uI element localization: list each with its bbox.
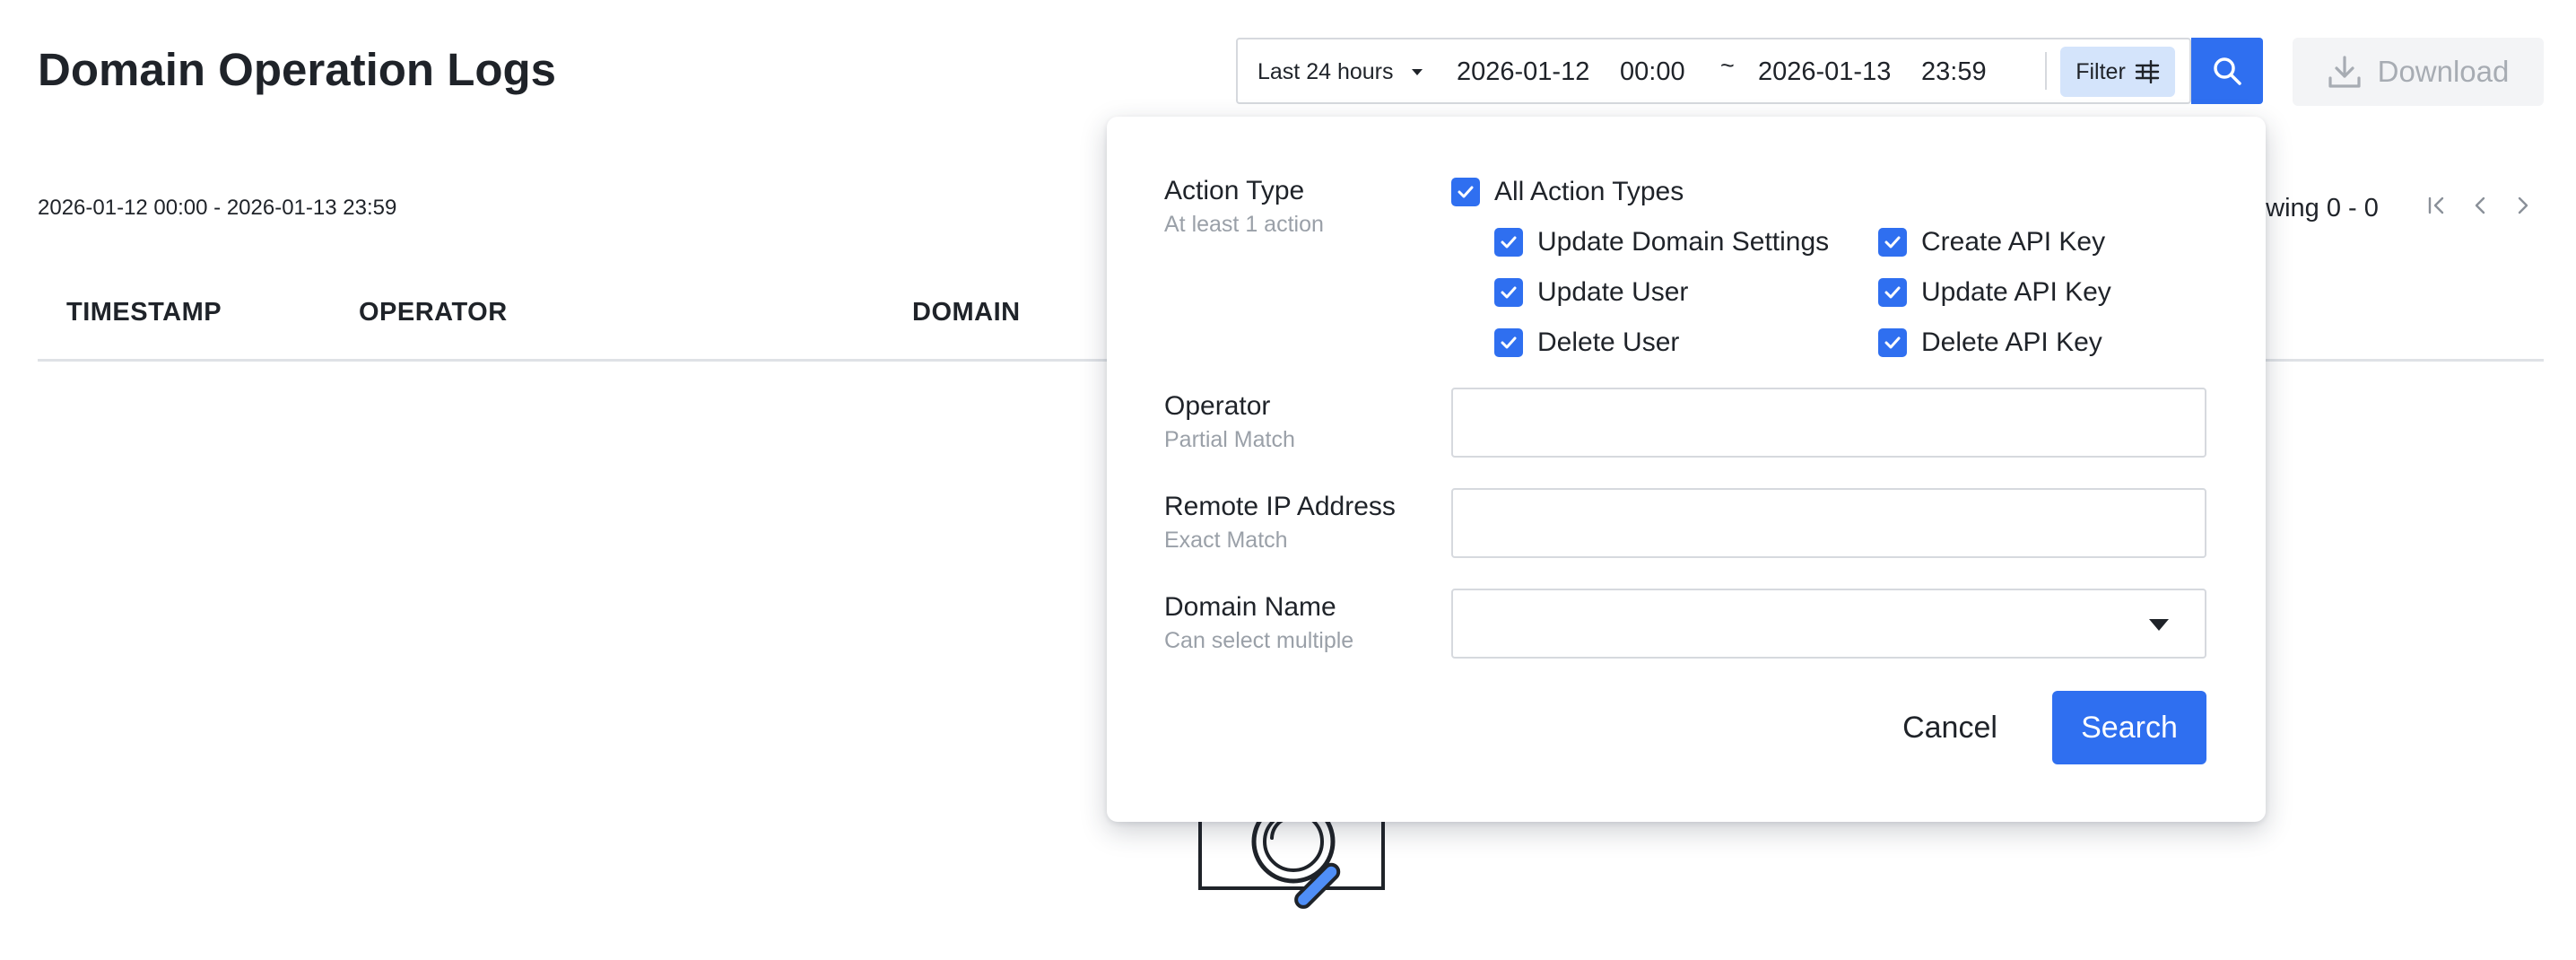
checkbox-update-domain-settings[interactable]: Update Domain Settings bbox=[1494, 227, 1829, 257]
checkbox-all-action-types[interactable]: All Action Types bbox=[1451, 177, 1684, 207]
column-header-operator[interactable]: OPERATOR bbox=[359, 298, 508, 327]
page-title: Domain Operation Logs bbox=[38, 44, 557, 95]
domain-name-label: Domain Name bbox=[1164, 592, 1336, 622]
checkbox-checked-icon bbox=[1878, 278, 1907, 307]
chevron-left-icon bbox=[2475, 196, 2485, 214]
checkbox-label: Delete User bbox=[1537, 327, 1680, 357]
filter-search-button[interactable]: Search bbox=[2052, 691, 2206, 764]
toolbar-divider bbox=[2045, 52, 2047, 90]
checkbox-label: All Action Types bbox=[1494, 177, 1684, 206]
date-range-separator: ~ bbox=[1720, 52, 1735, 79]
download-button[interactable]: Download bbox=[2293, 38, 2544, 106]
chevron-down-icon bbox=[1411, 68, 1423, 75]
chevron-down-icon bbox=[2149, 619, 2169, 631]
domain-name-select[interactable] bbox=[1451, 589, 2206, 659]
checkbox-delete-user[interactable]: Delete User bbox=[1494, 327, 1679, 358]
column-header-timestamp[interactable]: TIMESTAMP bbox=[66, 298, 222, 327]
domain-name-hint: Can select multiple bbox=[1164, 628, 1354, 653]
search-icon bbox=[2214, 57, 2241, 85]
column-header-domain[interactable]: DOMAIN bbox=[912, 298, 1021, 327]
checkbox-delete-api-key[interactable]: Delete API Key bbox=[1878, 327, 2102, 358]
checkbox-checked-icon bbox=[1494, 328, 1523, 357]
checkbox-label: Update Domain Settings bbox=[1537, 227, 1830, 257]
chevron-right-icon bbox=[2518, 196, 2528, 214]
checkbox-checked-icon bbox=[1878, 228, 1907, 257]
checkbox-label: Delete API Key bbox=[1921, 327, 2102, 357]
checkbox-label: Update User bbox=[1537, 277, 1689, 307]
remote-ip-label: Remote IP Address bbox=[1164, 492, 1396, 521]
next-page-button[interactable] bbox=[2511, 194, 2535, 217]
pagination-summary: owing 0 - 0 bbox=[2251, 194, 2379, 223]
checkbox-checked-icon bbox=[1451, 178, 1480, 206]
checkbox-checked-icon bbox=[1494, 228, 1523, 257]
download-button-label: Download bbox=[2377, 55, 2510, 88]
selected-range-text: 2026-01-12 00:00 - 2026-01-13 23:59 bbox=[38, 196, 397, 220]
start-date-input[interactable]: 2026-01-12 bbox=[1457, 56, 1589, 88]
range-preset-select[interactable]: Last 24 hours bbox=[1258, 56, 1423, 88]
cancel-button[interactable]: Cancel bbox=[1880, 691, 2020, 764]
checkbox-create-api-key[interactable]: Create API Key bbox=[1878, 227, 2105, 257]
search-button[interactable] bbox=[2191, 38, 2263, 104]
action-type-hint: At least 1 action bbox=[1164, 212, 1324, 237]
first-page-button[interactable] bbox=[2425, 194, 2449, 217]
checkbox-checked-icon bbox=[1494, 278, 1523, 307]
operator-hint: Partial Match bbox=[1164, 427, 1295, 452]
action-type-label: Action Type bbox=[1164, 176, 1305, 205]
end-date-input[interactable]: 2026-01-13 bbox=[1758, 56, 1891, 88]
end-time-input[interactable]: 23:59 bbox=[1921, 56, 1987, 88]
checkbox-label: Create API Key bbox=[1921, 227, 2106, 257]
range-preset-label: Last 24 hours bbox=[1258, 58, 1394, 84]
checkbox-update-user[interactable]: Update User bbox=[1494, 277, 1688, 308]
download-icon bbox=[2328, 56, 2361, 88]
filter-button-label: Filter bbox=[2076, 58, 2126, 84]
start-time-input[interactable]: 00:00 bbox=[1620, 56, 1685, 88]
filter-button[interactable]: Filter bbox=[2060, 47, 2175, 97]
operator-label: Operator bbox=[1164, 391, 1271, 421]
remote-ip-hint: Exact Match bbox=[1164, 528, 1288, 553]
prev-page-button[interactable] bbox=[2468, 194, 2492, 217]
sliders-icon bbox=[2135, 60, 2159, 83]
operator-input[interactable] bbox=[1451, 388, 2206, 458]
first-page-icon bbox=[2428, 196, 2444, 214]
checkbox-update-api-key[interactable]: Update API Key bbox=[1878, 277, 2111, 308]
checkbox-label: Update API Key bbox=[1921, 277, 2111, 307]
remote-ip-input[interactable] bbox=[1451, 488, 2206, 558]
checkbox-checked-icon bbox=[1878, 328, 1907, 357]
